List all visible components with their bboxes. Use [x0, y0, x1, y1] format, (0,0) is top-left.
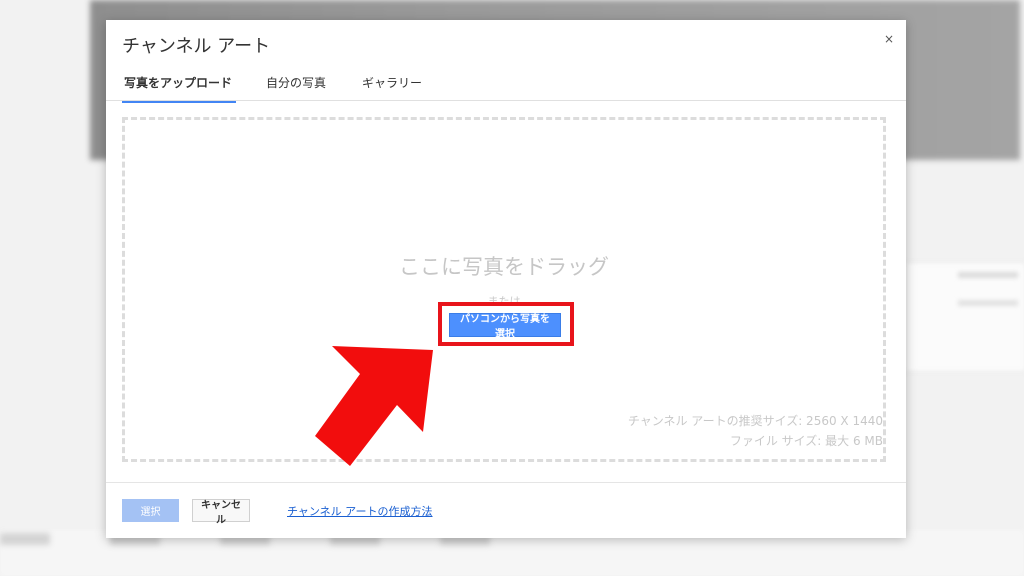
highlight-box — [438, 302, 574, 346]
arrow-up-right-icon — [315, 346, 433, 466]
